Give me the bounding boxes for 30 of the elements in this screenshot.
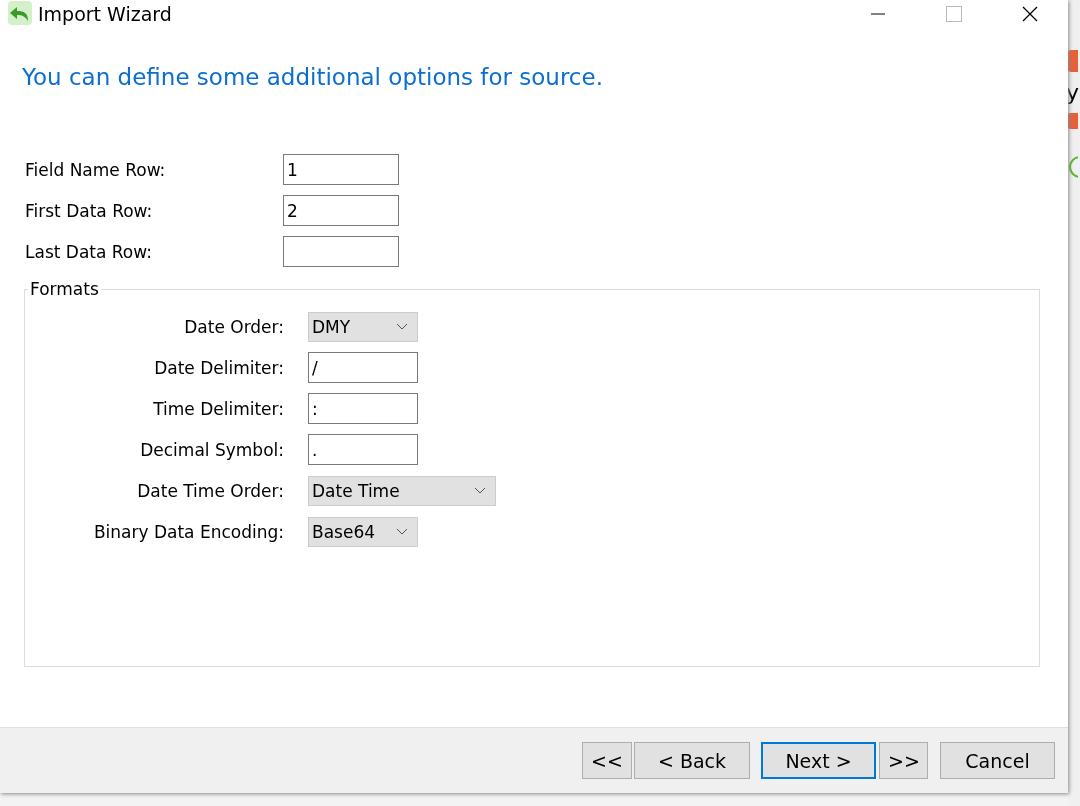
- dropdown[interactable]: DMY: [308, 311, 418, 342]
- dropdown[interactable]: Base64: [308, 516, 418, 547]
- caret-icon: [396, 322, 408, 331]
- field-label: Field Name Row:: [25, 159, 167, 180]
- format-label: Decimal Symbol:: [139, 439, 284, 460]
- tab-icon: [1068, 50, 1078, 72]
- page-heading: You can define some additional options for source.: [22, 64, 604, 92]
- field-label: Last Data Row:: [25, 241, 153, 262]
- text-field[interactable]: :: [308, 393, 418, 424]
- number-field[interactable]: 2: [283, 195, 399, 226]
- format-label: Date Time Order:: [136, 480, 284, 501]
- text-field[interactable]: .: [308, 434, 418, 465]
- wizard-button[interactable]: Cancel: [940, 742, 1055, 779]
- caret-icon: [474, 486, 486, 495]
- wizard-button[interactable]: >>: [879, 742, 928, 779]
- text-field[interactable]: /: [308, 352, 418, 383]
- window-title: Import Wizard: [38, 3, 173, 25]
- caret-icon: [396, 527, 408, 536]
- format-label: Time Delimiter:: [152, 398, 284, 419]
- wizard-button[interactable]: Next >: [761, 742, 876, 779]
- number-field[interactable]: [283, 236, 399, 267]
- format-label: Date Delimiter:: [153, 357, 284, 378]
- dropdown[interactable]: Date Time: [308, 475, 496, 506]
- wizard-button[interactable]: < Back: [634, 742, 750, 779]
- field-label: First Data Row:: [25, 200, 154, 221]
- format-label: Binary Data Encoding:: [92, 521, 284, 542]
- number-field[interactable]: 1: [283, 154, 399, 185]
- group-title: Formats: [29, 279, 100, 299]
- wizard-button[interactable]: <<: [582, 742, 632, 779]
- format-label: Date Order:: [183, 316, 284, 337]
